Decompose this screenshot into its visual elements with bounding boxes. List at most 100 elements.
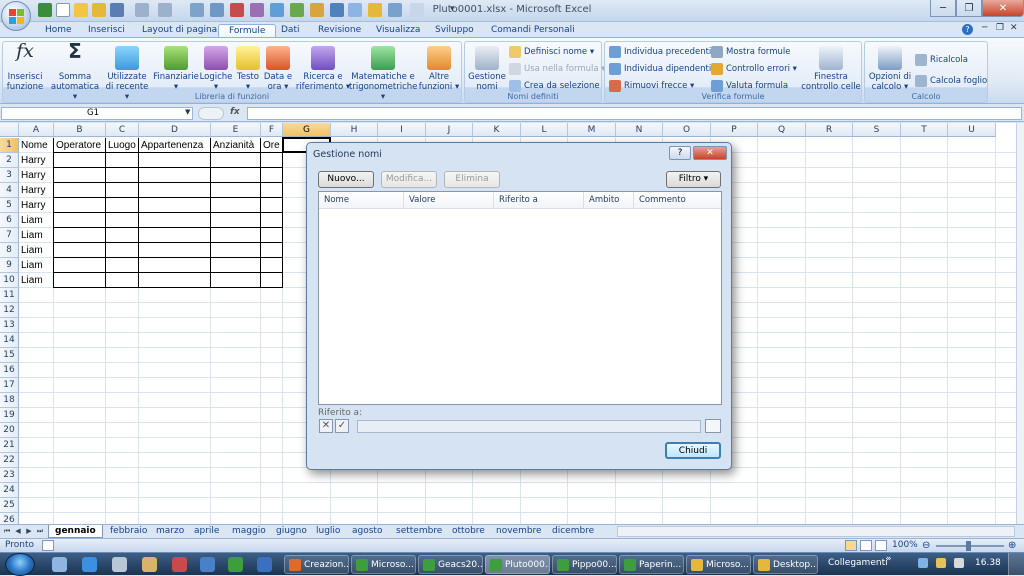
cell-a6[interactable]: Liam xyxy=(19,213,54,228)
row-header-25[interactable]: 25 xyxy=(0,498,19,513)
column-header-b[interactable]: B xyxy=(54,123,106,137)
first-sheet-icon[interactable]: ⏮ xyxy=(2,526,12,537)
column-header-o[interactable]: O xyxy=(663,123,711,137)
tab-inserisci[interactable]: Inserisci xyxy=(78,24,135,38)
taskbar-item[interactable]: Microso... xyxy=(686,555,751,574)
column-header-e[interactable]: E xyxy=(211,123,261,137)
cell-a7[interactable]: Liam xyxy=(19,228,54,243)
sheet-tab-agosto[interactable]: agosto xyxy=(346,525,388,538)
customize-qat-icon[interactable]: ▾ xyxy=(450,4,455,14)
undo-icon[interactable] xyxy=(135,3,149,17)
rimuovi-frecce-button[interactable]: Rimuovi frecce ▾ xyxy=(609,80,694,92)
horizontal-scrollbar[interactable] xyxy=(617,526,1015,537)
elimina-button[interactable]: Elimina xyxy=(444,171,500,188)
column-header-r[interactable]: R xyxy=(806,123,853,137)
page-layout-view-icon[interactable] xyxy=(860,540,872,551)
sheet-tab-luglio[interactable]: luglio xyxy=(310,525,346,538)
ricalcola-button[interactable]: Ricalcola xyxy=(915,54,968,66)
office-button[interactable] xyxy=(1,1,31,31)
row-header-14[interactable]: 14 xyxy=(0,333,19,348)
sheet-tab-febbraio[interactable]: febbraio xyxy=(104,525,153,538)
crea-da-selezione-button[interactable]: Crea da selezione xyxy=(509,80,600,92)
maximize-button[interactable]: ❐ xyxy=(956,0,982,17)
row-header-4[interactable]: 4 xyxy=(0,183,19,198)
cell-b1[interactable]: Operatore xyxy=(54,138,106,153)
tab-comandi-personali[interactable]: Comandi Personali xyxy=(481,24,585,38)
collapse-dialog-icon[interactable] xyxy=(705,419,721,433)
column-header-d[interactable]: D xyxy=(139,123,211,137)
row-header-17[interactable]: 17 xyxy=(0,378,19,393)
cell-a8[interactable]: Liam xyxy=(19,243,54,258)
logiche-button[interactable]: Logiche ▾ xyxy=(199,46,233,92)
row-header-9[interactable]: 9 xyxy=(0,258,19,273)
individua-dipendenti-button[interactable]: Individua dipendenti xyxy=(609,63,711,75)
chart-icon[interactable] xyxy=(250,3,264,17)
row-header-3[interactable]: 3 xyxy=(0,168,19,183)
chiudi-button[interactable]: Chiudi xyxy=(665,442,721,459)
spelling-icon[interactable] xyxy=(230,3,244,17)
sheet-tab-ottobre[interactable]: ottobre xyxy=(446,525,491,538)
zoom-out-icon[interactable]: ⊖ xyxy=(922,540,930,551)
sheet-tab-maggio[interactable]: maggio xyxy=(226,525,272,538)
column-header-j[interactable]: J xyxy=(426,123,473,137)
cell-f1[interactable]: Ore xyxy=(261,138,283,153)
riferito-a-input[interactable] xyxy=(357,420,701,433)
nuovo-button[interactable]: Nuovo... xyxy=(318,171,374,188)
redo-icon[interactable] xyxy=(158,3,172,17)
cell-a10[interactable]: Liam xyxy=(19,273,54,288)
column-header-c[interactable]: C xyxy=(106,123,139,137)
sheet-tab-aprile[interactable]: aprile xyxy=(188,525,225,538)
taskbar-item[interactable]: Microso... xyxy=(351,555,416,574)
normal-view-icon[interactable] xyxy=(845,540,857,551)
last-sheet-icon[interactable]: ⏭ xyxy=(35,526,45,537)
taskbar-item[interactable]: Pippo00... xyxy=(552,555,617,574)
sheet-tab-dicembre[interactable]: dicembre xyxy=(546,525,600,538)
cancel-ref-icon[interactable]: ✕ xyxy=(319,419,333,433)
insert-function-icon[interactable]: fx xyxy=(230,107,240,117)
row-header-8[interactable]: 8 xyxy=(0,243,19,258)
taskbar-item[interactable]: Creazion... xyxy=(284,555,349,574)
altre-funzioni-button[interactable]: Altre funzioni ▾ xyxy=(417,46,461,92)
tab-home[interactable]: Home xyxy=(35,24,82,38)
sheet-tab-gennaio[interactable]: gennaio xyxy=(48,525,103,538)
settings-icon[interactable] xyxy=(388,3,402,17)
row-header-16[interactable]: 16 xyxy=(0,363,19,378)
tab-revisione[interactable]: Revisione xyxy=(308,24,371,38)
ie-icon[interactable] xyxy=(82,557,97,572)
formula-input[interactable] xyxy=(247,107,1022,120)
col-valore[interactable]: Valore xyxy=(404,192,494,209)
media-icon[interactable] xyxy=(142,557,157,572)
tray-icon-security[interactable] xyxy=(936,558,946,568)
cell-c1[interactable]: Luogo xyxy=(106,138,139,153)
row-header-20[interactable]: 20 xyxy=(0,423,19,438)
cell-a5[interactable]: Harry xyxy=(19,198,54,213)
sheet-tab-giugno[interactable]: giugno xyxy=(270,525,313,538)
dialog-help-button[interactable]: ? xyxy=(669,146,691,160)
cell-e1[interactable]: Anzianità xyxy=(211,138,261,153)
row-header-13[interactable]: 13 xyxy=(0,318,19,333)
confirm-ref-icon[interactable]: ✓ xyxy=(335,419,349,433)
print-preview-icon[interactable] xyxy=(190,3,204,17)
formula-bar-splitter[interactable] xyxy=(198,107,224,120)
ribbon-close-icon[interactable]: ✕ xyxy=(1010,23,1018,33)
tab-layout[interactable]: Layout di pagina xyxy=(132,24,227,38)
column-header-f[interactable]: F xyxy=(261,123,283,137)
help-icon[interactable]: ? xyxy=(962,24,973,35)
row-header-26[interactable]: 26 xyxy=(0,513,19,524)
sheet-tab-novembre[interactable]: novembre xyxy=(490,525,548,538)
zoom-level[interactable]: 100% xyxy=(892,540,918,550)
floppy-icon[interactable] xyxy=(110,3,124,17)
col-riferito-a[interactable]: Riferito a xyxy=(494,192,584,209)
form-icon[interactable] xyxy=(348,3,362,17)
cell-a1[interactable]: Nome xyxy=(19,138,54,153)
tab-visualizza[interactable]: Visualizza xyxy=(366,24,430,38)
row-header-24[interactable]: 24 xyxy=(0,483,19,498)
taskbar-item[interactable]: Pluto000... xyxy=(485,555,550,574)
column-header-m[interactable]: M xyxy=(568,123,616,137)
column-header-t[interactable]: T xyxy=(901,123,948,137)
opzioni-calcolo-button[interactable]: Opzioni di calcolo ▾ xyxy=(867,46,913,92)
ribbon-restore-icon[interactable]: ❐ xyxy=(996,23,1004,33)
tab-formule[interactable]: Formule xyxy=(218,24,277,38)
taskbar-item[interactable]: Paperin... xyxy=(619,555,684,574)
cell-a3[interactable]: Harry xyxy=(19,168,54,183)
